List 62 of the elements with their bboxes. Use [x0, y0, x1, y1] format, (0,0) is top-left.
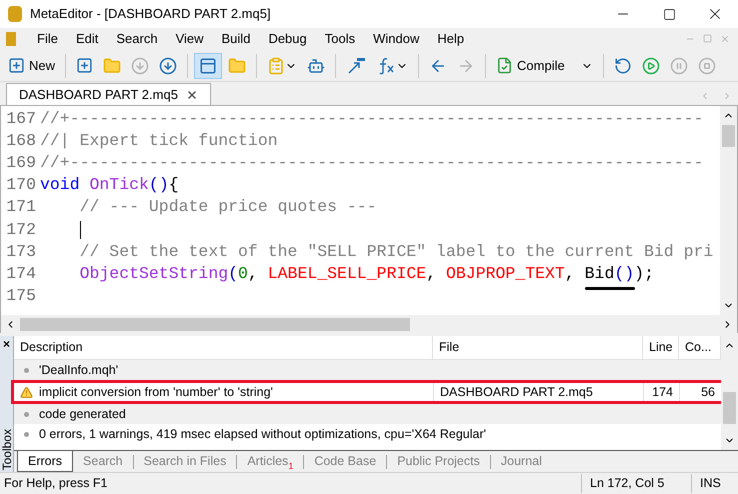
code-token: ,	[564, 263, 576, 286]
line-number: 174	[5, 263, 37, 286]
code-token: // --- Update price quotes ---	[80, 196, 377, 218]
column-header[interactable]: Line	[643, 336, 679, 359]
line-number: 175	[5, 285, 37, 308]
menu-item[interactable]: Window	[364, 29, 428, 49]
code-token: void	[40, 174, 80, 196]
count-label: 1	[288, 461, 294, 471]
code-token: ()	[148, 174, 169, 196]
code-token: ()	[614, 263, 634, 286]
insert-mode: INS	[691, 474, 738, 493]
column-header[interactable]: File	[433, 336, 643, 359]
line-number: 168	[5, 130, 37, 152]
code-token: //| Expert tick function	[40, 130, 278, 152]
line-number: 169	[5, 152, 37, 174]
message-text: code generated	[39, 406, 126, 423]
menu-item[interactable]: Edit	[66, 29, 108, 49]
new-button[interactable]: New	[4, 52, 60, 78]
menu-item[interactable]: Search	[107, 29, 167, 49]
code-token: 0	[238, 263, 248, 286]
message-text: 'DealInfo.mqh'	[39, 362, 118, 379]
message-row[interactable]: 'DealInfo.mqh'	[14, 360, 721, 380]
line-cell: 174	[643, 382, 679, 402]
code-token: ;	[644, 263, 654, 286]
line-number: 172	[5, 218, 37, 241]
cursor-position: Ln 172, Col 5	[581, 474, 691, 493]
menu-item[interactable]: File	[28, 29, 67, 49]
menu-item[interactable]: Build	[212, 29, 260, 49]
code-token: // Set the text of the "SELL PRICE" label to the current Bid pri	[80, 240, 714, 263]
message-row[interactable]: code generated	[14, 404, 721, 424]
code-token: OnTick	[90, 174, 149, 196]
window-title: MetaEditor - [DASHBOARD PART 2.mq5]	[30, 5, 271, 24]
line-number: 171	[5, 196, 37, 218]
menu-item[interactable]: Help	[428, 29, 474, 49]
message-text: 0 errors, 1 warnings, 419 msec elapsed without optimizations, cpu='X64 Regular'	[39, 426, 486, 443]
message-text: implicit conversion from 'number' to 'string'	[39, 384, 273, 401]
code-token: //+----------------------------------------------------------------	[40, 108, 704, 130]
status-help-text: For Help, press F1	[3, 475, 109, 492]
toolbox-label: Toolbox	[0, 428, 14, 470]
code-token: ,	[426, 263, 438, 286]
code-token: ObjectSetString	[80, 263, 228, 286]
code-token: ,	[248, 263, 259, 286]
menu-item[interactable]: View	[166, 29, 213, 49]
menu-item[interactable]: Debug	[259, 29, 316, 49]
code-token: //+----------------------------------------------------------------	[40, 152, 704, 174]
panel-tab[interactable]: Errors	[17, 451, 74, 472]
code-token: LABEL_SELL_PRICE	[268, 263, 426, 286]
close-panel-icon[interactable]: ×	[2, 338, 10, 350]
line-number: 167	[5, 108, 37, 130]
code-token: Bid	[584, 262, 614, 287]
file-cell: DASHBOARD PART 2.mq5	[433, 382, 643, 402]
column-header[interactable]: Description	[14, 336, 433, 359]
code-token: {	[168, 174, 179, 196]
line-number: 173	[5, 240, 37, 263]
code-token: OBJPROP_TEXT	[446, 263, 565, 286]
code-token: )	[634, 263, 644, 286]
document-tab[interactable]: DASHBOARD PART 2.mq5	[6, 83, 211, 105]
compile-button[interactable]: Compile	[492, 52, 597, 78]
line-number: 170	[5, 174, 37, 196]
message-row[interactable]: implicit conversion from 'number' to 'string' DASHBOARD PART 2.mq5 174 56	[11, 380, 724, 404]
menu-item[interactable]: Tools	[316, 29, 364, 49]
code-token: (	[228, 263, 238, 286]
